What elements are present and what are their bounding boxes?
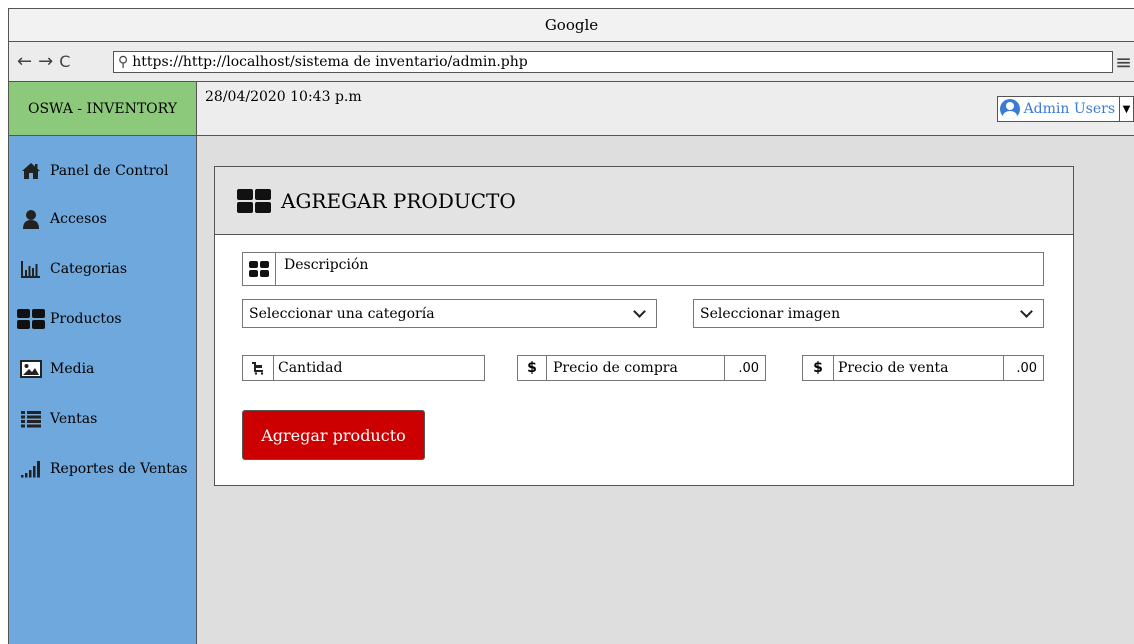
sidebar-item-productos[interactable]: Productos — [9, 306, 196, 332]
sidebar-item-panel-de-control[interactable]: Panel de Control — [9, 158, 196, 184]
sidebar-item-categorias[interactable]: Categorias — [9, 256, 196, 282]
date-time: 28/04/2020 10:43 p.m — [205, 89, 362, 105]
sidebar-item-reportes-de-ventas[interactable]: Reportes de Ventas — [9, 456, 196, 482]
url-input[interactable]: ⚲ https://http://localhost/sistema de in… — [113, 51, 1113, 73]
add-product-button[interactable]: Agregar producto — [242, 410, 425, 460]
category-select[interactable]: Seleccionar una categoría — [242, 299, 657, 328]
category-select-value: Seleccionar una categoría — [249, 305, 435, 322]
sidebar-item-label: Panel de Control — [50, 163, 169, 179]
quantity-placeholder: Cantidad — [278, 360, 343, 376]
sidebar-item-label: Ventas — [50, 411, 98, 427]
sell-price-suffix: .00 — [1004, 355, 1044, 381]
sidebar-item-ventas[interactable]: Ventas — [9, 406, 196, 432]
caret-down-icon[interactable]: ▼ — [1120, 96, 1134, 122]
image-select-value: Seleccionar imagen — [700, 305, 841, 322]
browser-title-bar: Google — [8, 8, 1134, 42]
sell-price-input[interactable]: Precio de venta — [834, 355, 1004, 381]
dollar-icon: $ — [802, 355, 834, 381]
add-product-panel: AGREGAR PRODUCTO Descripción Seleccionar… — [214, 166, 1074, 486]
home-icon — [20, 162, 42, 180]
image-select[interactable]: Seleccionar imagen — [693, 299, 1044, 328]
sidebar-item-label: Media — [50, 361, 95, 377]
panel-title: AGREGAR PRODUCTO — [281, 188, 516, 213]
list-icon — [20, 410, 42, 428]
sell-price-group: $ Precio de venta .00 — [802, 355, 1044, 381]
sell-price-placeholder: Precio de venta — [838, 360, 949, 376]
cart-icon — [252, 362, 264, 375]
quantity-group: Cantidad — [242, 355, 485, 381]
back-arrow-icon[interactable]: ← — [17, 51, 34, 72]
search-icon: ⚲ — [118, 54, 129, 70]
sidebar-item-label: Reportes de Ventas — [50, 461, 188, 477]
brand-logo[interactable]: OSWA - INVENTORY — [9, 82, 197, 136]
grid-icon — [249, 261, 269, 277]
sidebar-item-label: Accesos — [50, 211, 107, 227]
dollar-icon: $ — [517, 355, 547, 381]
sidebar-item-label: Productos — [50, 311, 122, 327]
buy-price-suffix: .00 — [725, 355, 766, 381]
app-window: OSWA - INVENTORY 28/04/2020 10:43 p.m Ad… — [8, 82, 1134, 644]
sidebar-item-media[interactable]: Media — [9, 356, 196, 382]
brand-name: OSWA - INVENTORY — [27, 101, 178, 117]
buy-price-placeholder: Precio de compra — [553, 360, 678, 376]
description-addon — [242, 252, 276, 286]
user-menu[interactable]: Admin Users ▼ — [996, 96, 1134, 122]
chevron-down-icon — [633, 304, 646, 318]
hamburger-menu-icon[interactable]: ≡ — [1115, 50, 1132, 74]
user-button[interactable]: Admin Users — [996, 96, 1120, 122]
top-bar: 28/04/2020 10:43 p.m Admin Users ▼ — [197, 82, 1134, 136]
forward-arrow-icon[interactable]: → — [38, 51, 55, 72]
user-avatar-icon — [999, 99, 1020, 119]
bar-chart-icon — [20, 260, 42, 278]
url-text: https://http://localhost/sistema de inve… — [132, 54, 528, 70]
description-placeholder: Descripción — [284, 257, 369, 273]
chevron-down-icon — [1020, 304, 1033, 318]
image-icon — [20, 360, 42, 378]
sidebar-item-accesos[interactable]: Accesos — [9, 206, 196, 232]
grid-icon — [237, 188, 271, 213]
user-name: Admin Users — [1023, 101, 1115, 117]
user-icon — [20, 210, 42, 229]
sidebar: Panel de Control Accesos Categorias Prod… — [9, 136, 197, 644]
description-group: Descripción — [242, 252, 1044, 286]
browser-nav-buttons: ← → C — [17, 51, 76, 72]
cart-addon — [242, 355, 274, 381]
buy-price-input[interactable]: Precio de compra — [547, 355, 725, 381]
quantity-input[interactable]: Cantidad — [274, 355, 485, 381]
description-input[interactable]: Descripción — [276, 252, 1044, 286]
sidebar-item-label: Categorias — [50, 261, 128, 277]
buy-price-group: $ Precio de compra .00 — [517, 355, 766, 381]
panel-header: AGREGAR PRODUCTO — [215, 167, 1073, 235]
browser-title: Google — [544, 16, 599, 34]
signal-icon — [20, 460, 42, 478]
browser-address-bar: ← → C ⚲ https://http://localhost/sistema d… — [8, 42, 1134, 82]
reload-icon[interactable]: C — [59, 52, 72, 71]
grid-icon — [17, 309, 45, 329]
